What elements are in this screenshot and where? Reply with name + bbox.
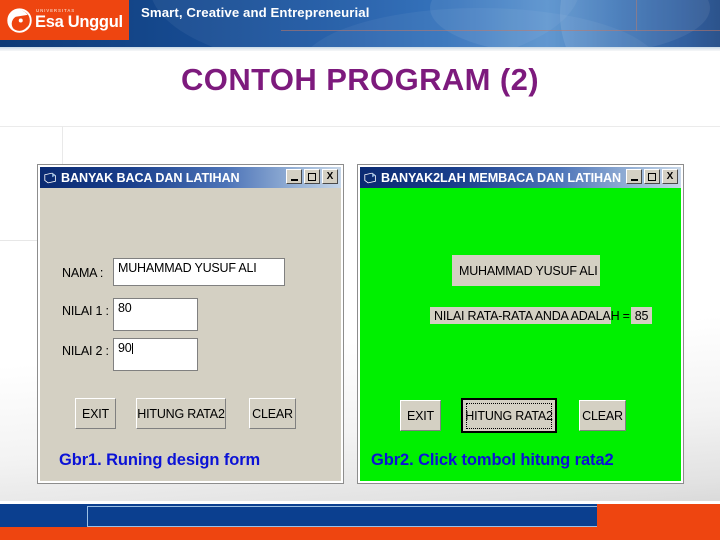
- esa-unggul-swirl-logo-icon: [7, 7, 32, 33]
- window-title-left: BANYAK BACA DAN LATIHAN: [61, 170, 240, 185]
- titlebar-buttons-right: X: [626, 169, 678, 184]
- banner-divider-line: [281, 30, 720, 31]
- clear-button-left[interactable]: CLEAR: [249, 398, 296, 429]
- vb-form-icon: [364, 172, 376, 183]
- hitung-rata2-button-left[interactable]: HITUNG RATA2: [136, 398, 226, 429]
- presentation-slide: UNIVERSITAS Esa Unggul Smart, Creative a…: [0, 0, 720, 540]
- titlebar-left[interactable]: BANYAK BACA DAN LATIHAN X: [40, 167, 341, 188]
- label-hasil-rata-rata: NILAI RATA-RATA ANDA ADALAH =: [430, 307, 630, 324]
- label-nama: NAMA :: [62, 266, 104, 280]
- vb-form-window-right: BANYAK2LAH MEMBACA DAN LATIHAN X MUHAMMA…: [358, 165, 683, 483]
- form-body-left: NAMA : MUHAMMAD YUSUF ALI NILAI 1 : 80 N…: [40, 188, 341, 481]
- university-logo: UNIVERSITAS Esa Unggul: [0, 0, 129, 40]
- banner-under-edge: [0, 47, 720, 51]
- close-button[interactable]: X: [662, 169, 678, 184]
- banner-tagline: Smart, Creative and Entrepreneurial: [141, 5, 370, 20]
- text-caret: [131, 343, 133, 354]
- page-title: CONTOH PROGRAM (2): [181, 62, 539, 97]
- titlebar-right[interactable]: BANYAK2LAH MEMBACA DAN LATIHAN X: [360, 167, 681, 188]
- input-nilai2[interactable]: 90: [113, 338, 198, 371]
- label-nilai2: NILAI 2 :: [62, 344, 109, 358]
- clear-button-right[interactable]: CLEAR: [579, 400, 626, 431]
- input-nama[interactable]: MUHAMMAD YUSUF ALI: [113, 258, 285, 286]
- output-nama: MUHAMMAD YUSUF ALI: [452, 255, 600, 286]
- footer-orange-bar: [0, 527, 720, 540]
- focus-ring: HITUNG RATA2: [465, 402, 553, 429]
- hitung-rata2-button-right[interactable]: HITUNG RATA2: [461, 398, 557, 433]
- input-nilai1[interactable]: 80: [113, 298, 198, 331]
- exit-button-right[interactable]: EXIT: [400, 400, 441, 431]
- header-banner: UNIVERSITAS Esa Unggul Smart, Creative a…: [0, 0, 720, 47]
- close-button[interactable]: X: [322, 169, 338, 184]
- banner-swirl-decoration: [560, 0, 720, 47]
- logo-name: Esa Unggul: [35, 13, 123, 32]
- maximize-button[interactable]: [644, 169, 660, 184]
- caption-right: Gbr2. Click tombol hitung rata2: [371, 451, 614, 469]
- minimize-button[interactable]: [626, 169, 642, 184]
- titlebar-buttons-left: X: [286, 169, 338, 184]
- background-guide-line: [0, 126, 720, 127]
- window-title-right: BANYAK2LAH MEMBACA DAN LATIHAN: [381, 170, 622, 185]
- minimize-button[interactable]: [286, 169, 302, 184]
- vb-form-window-left: BANYAK BACA DAN LATIHAN X NAMA : MUHAMMA…: [38, 165, 343, 483]
- maximize-button[interactable]: [304, 169, 320, 184]
- form-body-right: MUHAMMAD YUSUF ALI NILAI RATA-RATA ANDA …: [360, 188, 681, 481]
- exit-button-left[interactable]: EXIT: [75, 398, 116, 429]
- banner-divider-line: [636, 0, 637, 31]
- label-nilai1: NILAI 1 :: [62, 304, 109, 318]
- output-rata-rata: 85: [631, 307, 652, 324]
- vb-form-icon: [44, 172, 56, 183]
- caption-left: Gbr1. Runing design form: [59, 451, 261, 469]
